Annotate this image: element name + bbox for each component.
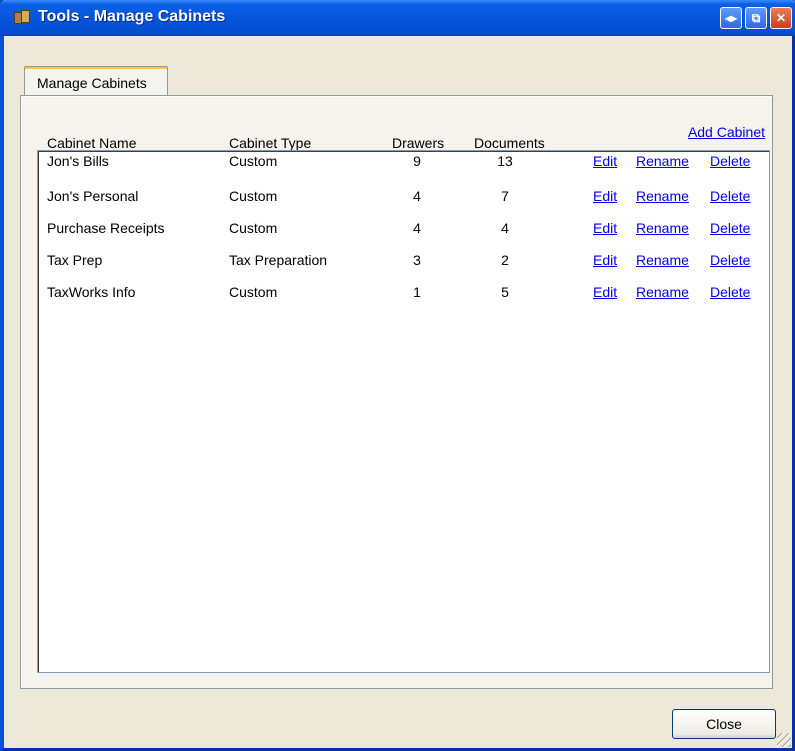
column-header-drawers: Drawers bbox=[392, 135, 445, 151]
rename-link[interactable]: Rename bbox=[636, 220, 689, 236]
restore-icon[interactable]: ◂▸ bbox=[720, 7, 742, 29]
rename-link[interactable]: Rename bbox=[636, 252, 689, 268]
cabinet-app-icon bbox=[14, 10, 32, 24]
cabinet-type-cell: Custom bbox=[229, 153, 278, 169]
cabinet-name-cell: Jon's Bills bbox=[47, 153, 109, 169]
delete-link[interactable]: Delete bbox=[710, 153, 750, 169]
drawers-cell: 4 bbox=[413, 220, 421, 236]
cabinet-name-cell: Tax Prep bbox=[47, 252, 103, 268]
table-row: Tax Prep Tax Preparation 3 2 Edit Rename… bbox=[38, 252, 769, 284]
cabinet-name-cell: Purchase Receipts bbox=[47, 220, 165, 236]
cabinet-type-cell: Tax Preparation bbox=[229, 252, 328, 268]
column-header-cabinet-type: Cabinet Type bbox=[229, 135, 312, 151]
table-row: TaxWorks Info Custom 1 5 Edit Rename Del… bbox=[38, 284, 769, 316]
column-header-documents: Documents bbox=[474, 135, 545, 151]
cabinet-type-cell: Custom bbox=[229, 284, 278, 300]
cabinet-list[interactable]: Jon's Bills Custom 9 13 Edit Rename Dele… bbox=[37, 150, 770, 673]
documents-cell: 2 bbox=[501, 252, 509, 268]
tab-label: Manage Cabinets bbox=[37, 75, 147, 91]
cabinet-name-cell: Jon's Personal bbox=[47, 188, 139, 204]
maximize-icon[interactable]: ⧉ bbox=[745, 7, 767, 29]
delete-link[interactable]: Delete bbox=[710, 188, 750, 204]
close-icon[interactable]: ✕ bbox=[770, 7, 792, 29]
cabinet-type-cell: Custom bbox=[229, 220, 278, 236]
delete-link[interactable]: Delete bbox=[710, 252, 750, 268]
rename-link[interactable]: Rename bbox=[636, 188, 689, 204]
delete-link[interactable]: Delete bbox=[710, 284, 750, 300]
documents-cell: 13 bbox=[497, 153, 513, 169]
edit-link[interactable]: Edit bbox=[593, 284, 617, 300]
table-row: Jon's Personal Custom 4 7 Edit Rename De… bbox=[38, 188, 769, 220]
edit-link[interactable]: Edit bbox=[593, 188, 617, 204]
add-cabinet-link[interactable]: Add Cabinet bbox=[688, 124, 765, 140]
drawers-cell: 1 bbox=[413, 284, 421, 300]
edit-link[interactable]: Edit bbox=[593, 252, 617, 268]
delete-link[interactable]: Delete bbox=[710, 220, 750, 236]
drawers-cell: 3 bbox=[413, 252, 421, 268]
tab-manage-cabinets[interactable]: Manage Cabinets bbox=[24, 66, 168, 96]
cabinet-name-cell: TaxWorks Info bbox=[47, 284, 136, 300]
documents-cell: 7 bbox=[501, 188, 509, 204]
table-row: Purchase Receipts Custom 4 4 Edit Rename… bbox=[38, 220, 769, 252]
drawers-cell: 9 bbox=[413, 153, 421, 169]
window-title: Tools - Manage Cabinets bbox=[38, 8, 226, 25]
title-bar[interactable]: Tools - Manage Cabinets ◂▸ ⧉ ✕ bbox=[0, 0, 795, 36]
close-button[interactable]: Close bbox=[672, 709, 776, 739]
rename-link[interactable]: Rename bbox=[636, 153, 689, 169]
table-row: Jon's Bills Custom 9 13 Edit Rename Dele… bbox=[38, 153, 769, 185]
cabinet-type-cell: Custom bbox=[229, 188, 278, 204]
rename-link[interactable]: Rename bbox=[636, 284, 689, 300]
edit-link[interactable]: Edit bbox=[593, 153, 617, 169]
resize-grip-icon[interactable] bbox=[777, 733, 791, 747]
column-header-cabinet-name: Cabinet Name bbox=[47, 135, 137, 151]
documents-cell: 4 bbox=[501, 220, 509, 236]
drawers-cell: 4 bbox=[413, 188, 421, 204]
documents-cell: 5 bbox=[501, 284, 509, 300]
edit-link[interactable]: Edit bbox=[593, 220, 617, 236]
